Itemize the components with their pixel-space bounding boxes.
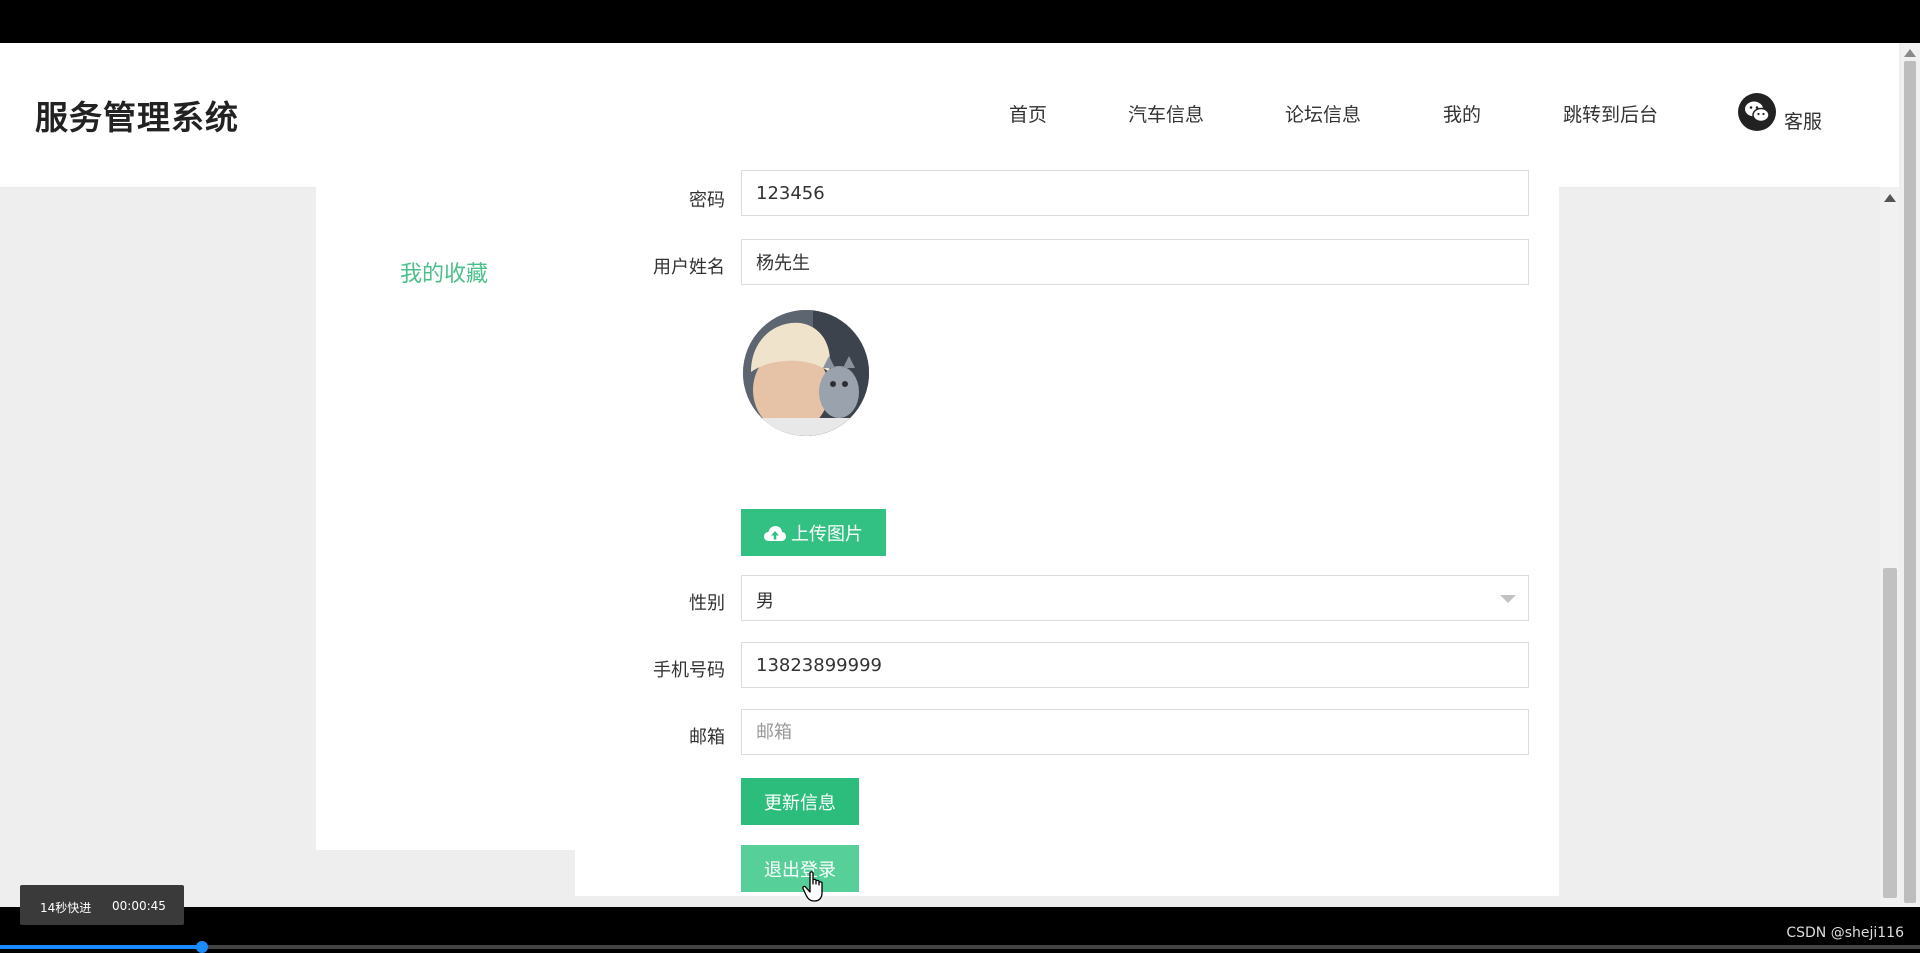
video-progress-knob[interactable] [195, 941, 208, 953]
wechat-icon [1738, 93, 1776, 131]
fast-forward-tip: 14秒快进 00:00:45 [20, 885, 184, 925]
logout-button[interactable]: 退出登录 [741, 845, 859, 892]
update-info-button[interactable]: 更新信息 [741, 778, 859, 825]
outer-scroll-up-icon[interactable] [1904, 49, 1916, 57]
nav-car-info[interactable]: 汽车信息 [1128, 100, 1204, 127]
site-logo: 服务管理系统 [35, 98, 239, 137]
gender-value: 男 [756, 591, 774, 612]
name-input[interactable] [741, 239, 1529, 285]
fast-forward-label: 14秒快进 [40, 901, 92, 915]
outer-scrollbar-thumb[interactable] [1904, 61, 1916, 903]
phone-label: 手机号码 [653, 660, 725, 681]
site-header: 服务管理系统 首页 汽车信息 论坛信息 我的 跳转到后台 客服 [0, 43, 1899, 188]
upload-image-button[interactable]: 上传图片 [741, 509, 886, 556]
watermark: CSDN @sheji116 [1786, 925, 1904, 941]
side-menu: 我的收藏 [316, 187, 575, 850]
playback-time: 00:00:45 [112, 899, 166, 913]
name-label: 用户姓名 [653, 257, 725, 278]
video-control-bar [0, 907, 1920, 950]
dropdown-caret-icon [1500, 595, 1516, 603]
phone-input[interactable] [741, 642, 1529, 688]
password-input[interactable] [741, 170, 1529, 216]
nav-mine[interactable]: 我的 [1443, 100, 1481, 127]
hand-cursor-icon [802, 871, 823, 902]
scroll-up-arrow-icon[interactable] [1884, 194, 1896, 202]
customer-service-label: 客服 [1784, 111, 1823, 133]
nav-admin[interactable]: 跳转到后台 [1563, 100, 1658, 127]
email-label: 邮箱 [689, 727, 725, 748]
profile-form: 密码 用户姓名 上传图片 [575, 170, 1559, 902]
cloud-upload-icon [764, 525, 786, 541]
nav-home[interactable]: 首页 [1009, 100, 1047, 127]
avatar-photo [743, 310, 869, 436]
video-progress-fill [0, 945, 202, 949]
page-scrollbar-thumb[interactable] [1883, 568, 1897, 898]
gender-select[interactable]: 男 [741, 575, 1529, 621]
password-label: 密码 [689, 190, 725, 211]
video-progress-bar[interactable] [0, 941, 1920, 953]
browser-viewport: 服务管理系统 首页 汽车信息 论坛信息 我的 跳转到后台 客服 我的收藏 密码 … [0, 43, 1920, 907]
avatar [743, 310, 869, 436]
menu-my-favorites[interactable]: 我的收藏 [400, 256, 488, 288]
nav-forum-info[interactable]: 论坛信息 [1285, 100, 1361, 127]
upload-button-label: 上传图片 [791, 523, 863, 545]
gender-label: 性别 [689, 593, 725, 614]
email-input[interactable] [741, 709, 1529, 755]
